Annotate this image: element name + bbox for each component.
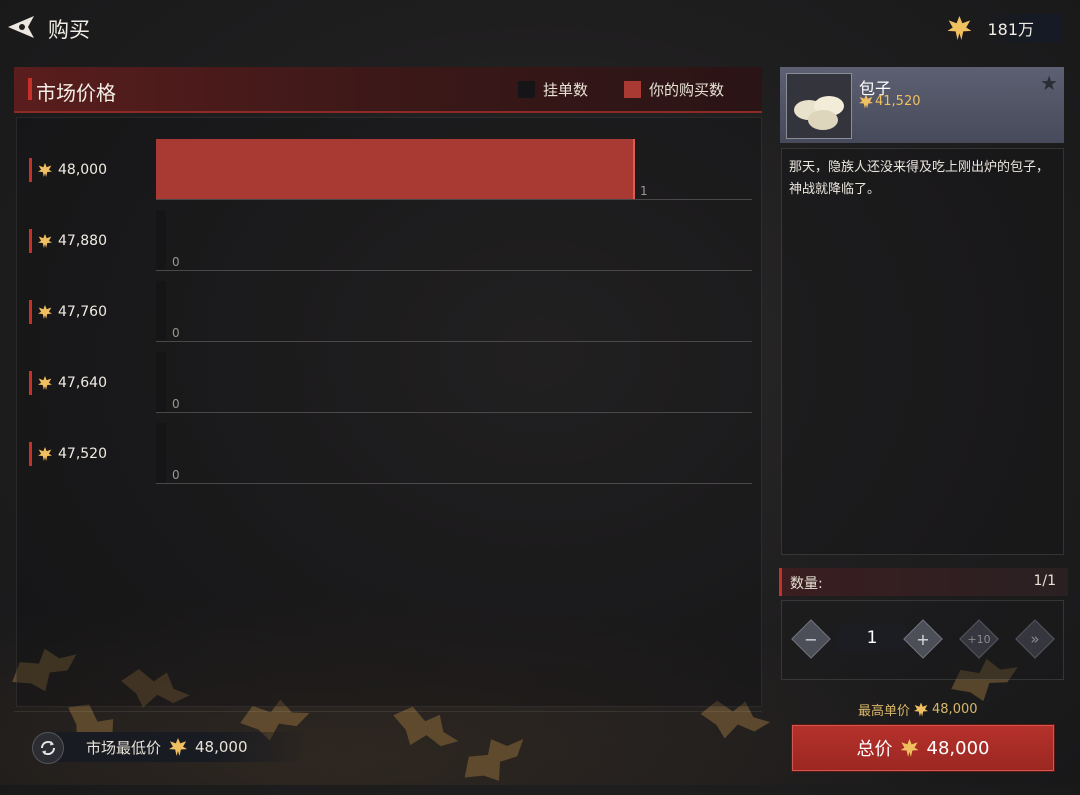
quantity-header: 数量: 1/1	[779, 568, 1068, 596]
quantity-value[interactable]: 1	[838, 625, 906, 651]
item-card: 包子 41,520 ★	[780, 67, 1064, 143]
maple-leaf-icon	[38, 305, 52, 319]
price-level-value: 47,880	[58, 233, 107, 249]
lowest-price-value: 48,000	[195, 738, 248, 756]
quantity-ratio: 1/1	[1033, 573, 1056, 589]
page-title: 购买	[48, 18, 90, 42]
maple-leaf-icon	[38, 376, 52, 390]
legend-label-your-purchase: 你的购买数	[648, 81, 724, 99]
back-button[interactable]	[4, 12, 40, 42]
market-footer: 市场最低价 48,000	[14, 711, 762, 773]
bar-count-label: 0	[172, 397, 180, 411]
legend-swatch-your-purchase	[623, 81, 641, 98]
market-price-header: 市场价格 挂单数 你的购买数	[14, 67, 762, 113]
listing-bar	[156, 281, 166, 341]
price-level-value: 47,520	[58, 446, 107, 462]
maple-leaf-icon	[914, 702, 929, 717]
bar-baseline	[156, 199, 752, 200]
maple-leaf-icon	[859, 94, 873, 109]
total-label: 总价	[856, 739, 893, 760]
item-price-value: 41,520	[875, 94, 921, 109]
price-chart: 48,000 1 47,880 0 47,760 0 47,640 0 47,520 0	[16, 117, 762, 707]
quantity-label: 数量:	[790, 576, 823, 592]
back-arrow-icon	[8, 16, 34, 38]
legend-your-purchase: 你的购买数	[623, 79, 724, 100]
bun-image-icon	[794, 96, 844, 130]
price-level-value: 48,000	[58, 162, 107, 178]
bar-count-label: 0	[172, 326, 180, 340]
listing-bar	[156, 210, 166, 270]
lowest-price-display: 市场最低价 48,000	[56, 732, 308, 762]
maple-leaf-icon	[900, 739, 919, 757]
legend-swatch-listings	[517, 81, 535, 98]
price-level-label: 47,760	[29, 300, 107, 324]
bar-baseline	[156, 412, 752, 413]
favorite-star-icon[interactable]: ★	[1040, 71, 1058, 95]
price-level-label: 47,520	[29, 442, 107, 466]
price-level-label: 47,880	[29, 229, 107, 253]
legend-listings: 挂单数	[517, 79, 588, 100]
refresh-icon	[40, 740, 56, 756]
bar-baseline	[156, 483, 752, 484]
listing-bar	[156, 352, 166, 412]
lowest-price-label: 市场最低价	[86, 738, 162, 757]
market-price-panel: 市场价格 挂单数 你的购买数 48,000 1 47,880 0 47,760 0 47,6…	[14, 67, 762, 772]
item-price: 41,520	[859, 94, 921, 109]
total-value: 48,000	[926, 737, 990, 759]
bar-baseline	[156, 341, 752, 342]
price-level-value: 47,760	[58, 304, 107, 320]
currency-amount: 181万	[981, 14, 1062, 42]
market-price-title: 市场价格	[36, 81, 116, 105]
max-unit-price: 最高单价 48,000	[858, 700, 978, 719]
bar-count-label: 0	[172, 468, 180, 482]
chart-legend: 挂单数 你的购买数	[517, 79, 724, 100]
item-thumbnail	[786, 73, 852, 139]
maple-leaf-icon	[38, 234, 52, 248]
bar-count-label: 1	[640, 184, 648, 198]
double-chevron-right-icon: »	[1030, 630, 1040, 648]
buy-total-button[interactable]: 总价 48,000	[792, 725, 1054, 771]
legend-label-listings: 挂单数	[542, 81, 588, 99]
maple-leaf-icon	[38, 447, 52, 461]
max-unit-price-value: 48,000	[932, 702, 978, 717]
max-unit-price-label: 最高单价	[858, 704, 911, 719]
currency-display: 181万	[947, 14, 1062, 42]
plus-ten-label: +10	[967, 632, 991, 646]
price-level-label: 48,000	[29, 158, 107, 182]
maple-leaf-icon	[169, 738, 188, 756]
maple-leaf-icon	[38, 163, 52, 177]
purchase-bar	[156, 139, 635, 199]
bar-baseline	[156, 270, 752, 271]
price-level-value: 47,640	[58, 375, 107, 391]
plus-icon: +	[916, 629, 930, 649]
listing-bar	[156, 423, 166, 483]
price-level-label: 47,640	[29, 371, 107, 395]
item-description: 那天，隐族人还没来得及吃上刚出炉的包子，神战就降临了。	[789, 160, 1050, 197]
refresh-button[interactable]	[32, 732, 64, 764]
bar-count-label: 0	[172, 255, 180, 269]
minus-icon: −	[804, 629, 818, 649]
maple-leaf-currency-icon	[947, 16, 972, 40]
item-description-box: 那天，隐族人还没来得及吃上刚出炉的包子，神战就降临了。	[781, 148, 1064, 555]
